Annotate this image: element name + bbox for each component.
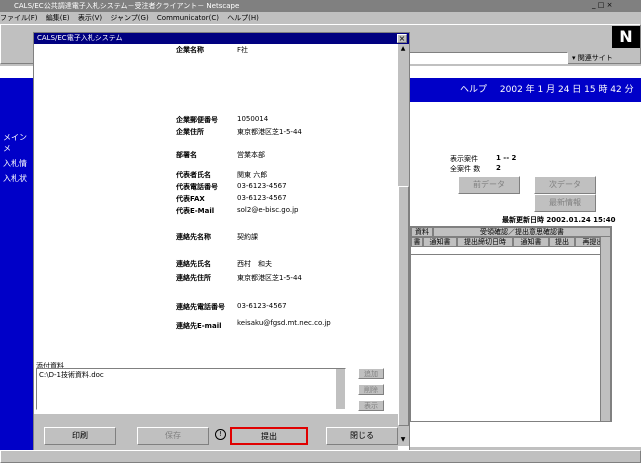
th-col-5: 提出 (549, 237, 575, 247)
scroll-down-icon[interactable]: ▼ (399, 436, 407, 444)
field-value-postal-code: 1050014 (237, 115, 269, 123)
dialog-button-bar: 印刷 保存 ! 提出 閉じる (34, 414, 398, 452)
info-icon: ! (215, 429, 226, 440)
field-value-contact-email: keisaku@fgsd.mt.nec.co.jp (237, 319, 331, 327)
field-label-contact-email: 連絡先E-mail (176, 322, 222, 330)
close-button[interactable]: 閉じる (326, 427, 398, 445)
field-value-rep-fax: 03-6123-4567 (237, 194, 287, 202)
close-icon[interactable]: × (397, 34, 407, 43)
menu-help[interactable]: ヘルプ(H) (227, 14, 259, 22)
related-sites-button[interactable]: ▾ 関連サイト (572, 52, 638, 64)
th-col-4: 通知書 (513, 237, 549, 247)
add-attachment-button[interactable]: 追加 (358, 368, 384, 379)
last-updated: 最新更新日時 2002.01.24 15:40 (502, 216, 616, 224)
browser-title-bar: CALS/EC公共調達電子入札システム－受注者クライアント－ Netscape (0, 0, 641, 12)
window-controls[interactable]: _ □ × (592, 1, 640, 11)
save-button[interactable]: 保存 (137, 427, 209, 445)
print-button[interactable]: 印刷 (44, 427, 116, 445)
next-data-button[interactable]: 次データ (534, 176, 596, 194)
field-value-address: 東京都港区芝1-5-44 (237, 128, 302, 136)
related-sites-label: 関連サイト (577, 54, 613, 62)
field-label-rep-email: 代表E-Mail (176, 207, 215, 215)
total-items-value: 2 (496, 164, 501, 172)
field-label-rep-phone: 代表電話番号 (176, 183, 218, 191)
field-label-rep-fax: 代表FAX (176, 195, 205, 203)
field-value-company-name: F社 (237, 46, 249, 54)
th-col-1: 書 (411, 237, 423, 247)
field-label-contact-dept: 連絡先名称 (176, 233, 211, 241)
field-label-rep-name: 代表者氏名 (176, 171, 211, 179)
field-label-postal-code: 企業郵便番号 (176, 116, 218, 124)
dialog-title: CALS/EC電子入札システム (37, 34, 123, 42)
table-row[interactable] (411, 247, 611, 255)
field-label-contact-address: 連絡先住所 (176, 274, 211, 282)
field-value-rep-phone: 03-6123-4567 (237, 182, 287, 190)
field-label-company-name: 企業名称 (176, 46, 204, 54)
nav-item-main-menu[interactable]: メインメ (0, 130, 33, 156)
field-label-contact-name: 連絡先氏名 (176, 260, 211, 268)
dialog-scrollbar[interactable]: ▲ ▼ (398, 44, 409, 446)
scroll-up-icon[interactable]: ▲ (399, 45, 407, 53)
help-link[interactable]: ヘルプ (460, 85, 487, 95)
menu-go[interactable]: ジャンプ(G) (110, 14, 148, 22)
field-value-department: 営業本部 (237, 151, 265, 159)
bid-table: 資料 受領確認／提出意思確認書 書 通知書 提出締切日時 通知書 提出 再提出 (410, 226, 612, 422)
field-label-contact-phone: 連絡先電話番号 (176, 303, 225, 311)
menu-view[interactable]: 表示(V) (78, 14, 102, 22)
taskbar (0, 450, 641, 463)
th-group2: 受領確認／提出意思確認書 (433, 227, 611, 237)
menu-communicator[interactable]: Communicator(C) (157, 14, 219, 22)
attachments-scrollbar[interactable] (336, 369, 345, 409)
field-label-department: 部署名 (176, 151, 197, 159)
field-value-contact-phone: 03-6123-4567 (237, 302, 287, 310)
th-group1: 資料 (411, 227, 433, 237)
field-value-rep-email: sol2@e-bisc.go.jp (237, 206, 299, 214)
field-value-contact-name: 西村 和夫 (237, 260, 272, 268)
header-banner: ヘルプ 2002 年 1 月 24 日 15 時 42 分 (410, 78, 641, 102)
refresh-button[interactable]: 最新情報 (534, 194, 596, 212)
attachment-item[interactable]: C:\D-1技術資料.doc (37, 369, 345, 381)
field-value-contact-address: 東京都港区芝1-5-44 (237, 274, 302, 282)
menu-file[interactable]: ファイル(F) (0, 14, 38, 22)
browser-title: CALS/EC公共調達電子入札システム－受注者クライアント－ Netscape (14, 2, 240, 10)
current-datetime: 2002 年 1 月 24 日 15 時 42 分 (499, 85, 634, 95)
dialog-title-bar: CALS/EC電子入札システム × (34, 33, 409, 44)
delete-attachment-button[interactable]: 削除 (358, 384, 384, 395)
display-items-value: 1 -- 2 (496, 154, 517, 162)
address-field[interactable] (408, 52, 568, 64)
netscape-logo-icon: N (612, 26, 640, 48)
field-value-contact-dept: 契約課 (237, 233, 258, 241)
nav-item-bid-status[interactable]: 入札状 (0, 171, 33, 186)
field-value-rep-name: 関東 六郎 (237, 171, 268, 179)
company-info-dialog: CALS/EC電子入札システム × ▲ ▼ 企業名称 F社 企業郵便番号 105… (33, 32, 410, 452)
total-items-label: 全案件 数 (450, 165, 481, 173)
view-attachment-button[interactable]: 表示 (358, 400, 384, 411)
prev-data-button[interactable]: 前データ (458, 176, 520, 194)
nav-item-bid-info[interactable]: 入札情 (0, 156, 33, 171)
field-label-address: 企業住所 (176, 128, 204, 136)
th-col-3: 提出締切日時 (457, 237, 513, 247)
table-scrollbar[interactable] (600, 236, 611, 422)
left-nav: メインメ 入札情 入札状 (0, 78, 33, 450)
attachments-list[interactable]: C:\D-1技術資料.doc (36, 368, 346, 410)
menu-edit[interactable]: 編集(E) (46, 14, 70, 22)
scroll-thumb[interactable] (398, 186, 409, 426)
submit-button[interactable]: 提出 (230, 427, 308, 445)
display-items-label: 表示案件 (450, 155, 478, 163)
th-col-2: 通知書 (423, 237, 457, 247)
browser-menu-bar: ファイル(F) 編集(E) 表示(V) ジャンプ(G) Communicator… (0, 12, 641, 24)
